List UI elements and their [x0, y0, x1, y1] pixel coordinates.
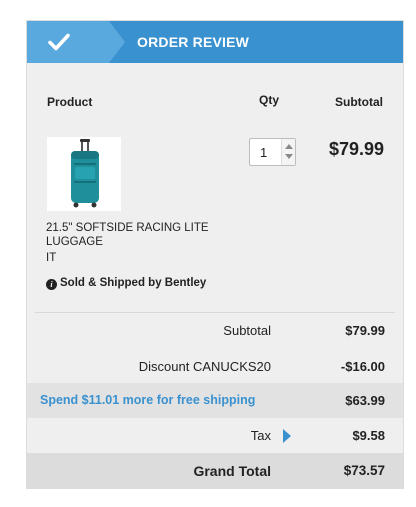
summary-row-total: Grand Total $73.57: [27, 453, 403, 489]
grand-total-value: $73.57: [343, 463, 385, 478]
column-header-product: Product: [47, 95, 93, 109]
sold-by-label: Sold & Shipped by Bentley: [60, 277, 207, 289]
shipping-value: $63.99: [345, 393, 385, 408]
subtotal-value: $79.99: [345, 323, 385, 338]
tax-label: Tax: [250, 428, 271, 443]
summary-row-discount: Discount CANUCKS20 -$16.00: [27, 349, 403, 385]
discount-value: -$16.00: [340, 359, 385, 374]
expand-arrow-icon[interactable]: [283, 429, 291, 443]
product-name[interactable]: 21.5" SOFTSIDE RACING LITE LUGGAGE: [46, 221, 236, 249]
summary-row-tax: Tax $9.58: [27, 418, 403, 453]
grand-total-label: Grand Total: [193, 463, 271, 479]
increment-icon[interactable]: [285, 144, 293, 149]
product-sku: IT: [46, 252, 57, 264]
quantity-spinner[interactable]: [281, 139, 295, 165]
quantity-value[interactable]: 1: [260, 145, 267, 160]
summary-row-subtotal: Subtotal $79.99: [27, 313, 403, 349]
header-title: ORDER REVIEW: [137, 34, 250, 50]
info-icon[interactable]: i: [46, 279, 57, 290]
subtotal-label: Subtotal: [223, 323, 271, 338]
tax-value: $9.58: [352, 428, 385, 443]
order-review-header: ORDER REVIEW: [27, 21, 403, 63]
decrement-icon[interactable]: [285, 154, 293, 159]
column-header-subtotal: Subtotal: [335, 95, 383, 109]
order-review-panel: ORDER REVIEW Product Qty Subtotal 1 $79.…: [26, 20, 404, 489]
summary-row-shipping: Spend $11.01 more for free shipping $63.…: [27, 383, 403, 418]
quantity-stepper[interactable]: 1: [249, 138, 296, 166]
column-header-qty: Qty: [259, 93, 280, 107]
discount-label: Discount CANUCKS20: [138, 359, 271, 374]
product-image[interactable]: [47, 137, 121, 211]
free-shipping-promo[interactable]: Spend $11.01 more for free shipping: [40, 383, 255, 418]
checkmark-icon: [48, 33, 70, 51]
luggage-image: [71, 139, 99, 208]
item-subtotal: $79.99: [328, 139, 384, 159]
sold-by-info: i Sold & Shipped by Bentley: [46, 277, 206, 290]
